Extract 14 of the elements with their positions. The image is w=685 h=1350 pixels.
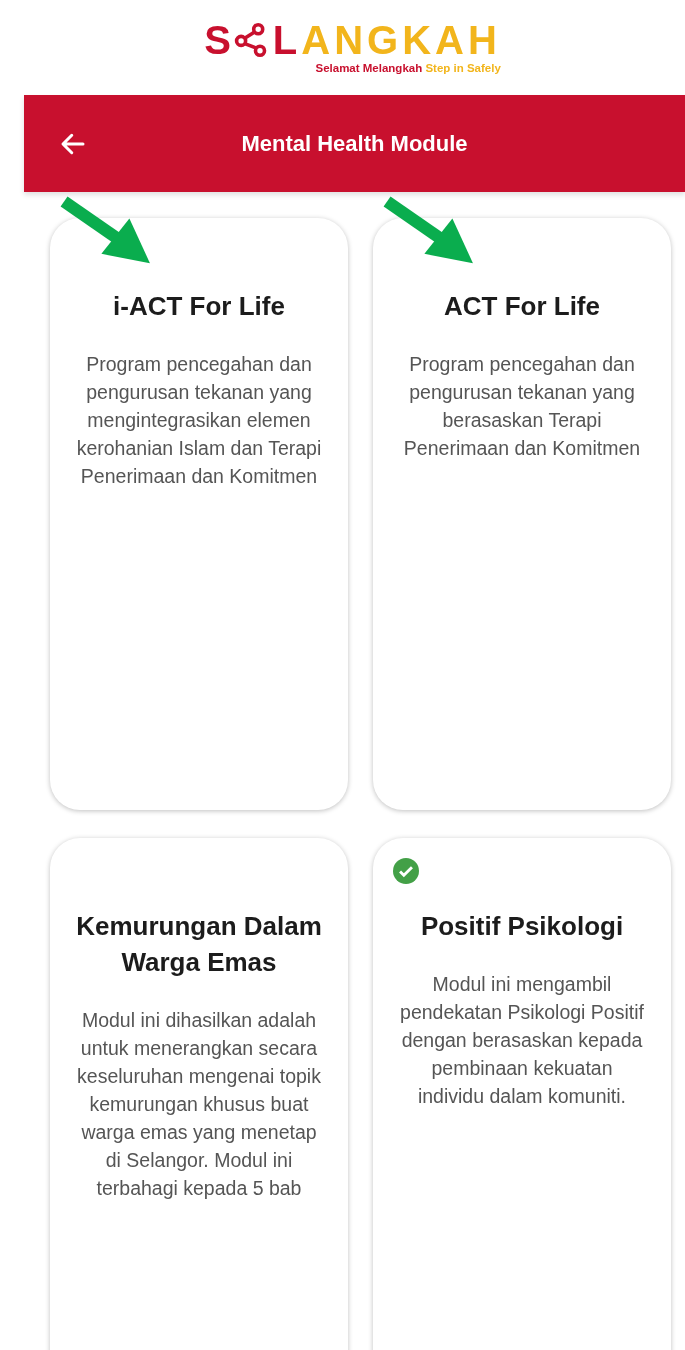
module-description: Program pencegahan dan pengurusan tekanan yang berasaskan Terapi Penerimaan dan Komitmen — [402, 352, 642, 461]
screen-title: Mental Health Module — [240, 130, 469, 157]
module-title: Positif Psikologi — [419, 910, 625, 943]
module-card[interactable]: Kemurungan Dalam Warga Emas Modul ini dihasilkan adalah untuk menerangkan secara keseluruhan mengenai topik kemurungan khusus buat warga emas yang menetap di Selangor. Modul ini terbahagi kepada 5 bab — [50, 838, 348, 1350]
module-card[interactable]: Positif Psikologi Modul ini mengambil pendekatan Psikologi Positif dengan berasaskan kepada pembinaan kekuatan individu dalam komuniti. — [373, 838, 671, 1350]
module-description: Modul ini mengambil pendekatan Psikologi Positif dengan berasaskan kepada pembinaan kekuatan individu dalam komuniti. — [399, 972, 645, 1109]
module-card[interactable]: ACT For Life Program pencegahan dan pengurusan tekanan yang berasaskan Terapi Penerimaan dan Komitmen — [373, 218, 671, 810]
module-description: Modul ini dihasilkan adalah untuk menerangkan secara keseluruhan mengenai topik kemurungan khusus buat warga emas yang menetap di Selangor. Modul ini terbahagi kepada 5 bab — [76, 1008, 322, 1201]
logo: S LANGKAH Selamat Melangkah Step in Safely — [204, 20, 501, 76]
module-title: Kemurungan Dalam Warga Emas — [75, 910, 323, 979]
module-card[interactable]: i-ACT For Life Program pencegahan dan pengurusan tekanan yang mengintegrasikan elemen kerohanian Islam dan Terapi Penerimaan dan Komitmen — [50, 218, 348, 810]
module-description: Program pencegahan dan pengurusan tekanan yang mengintegrasikan elemen kerohanian Islam dan Terapi Penerimaan dan Komitmen — [75, 352, 323, 489]
module-title: ACT For Life — [443, 290, 601, 323]
module-title: i-ACT For Life — [112, 290, 286, 323]
